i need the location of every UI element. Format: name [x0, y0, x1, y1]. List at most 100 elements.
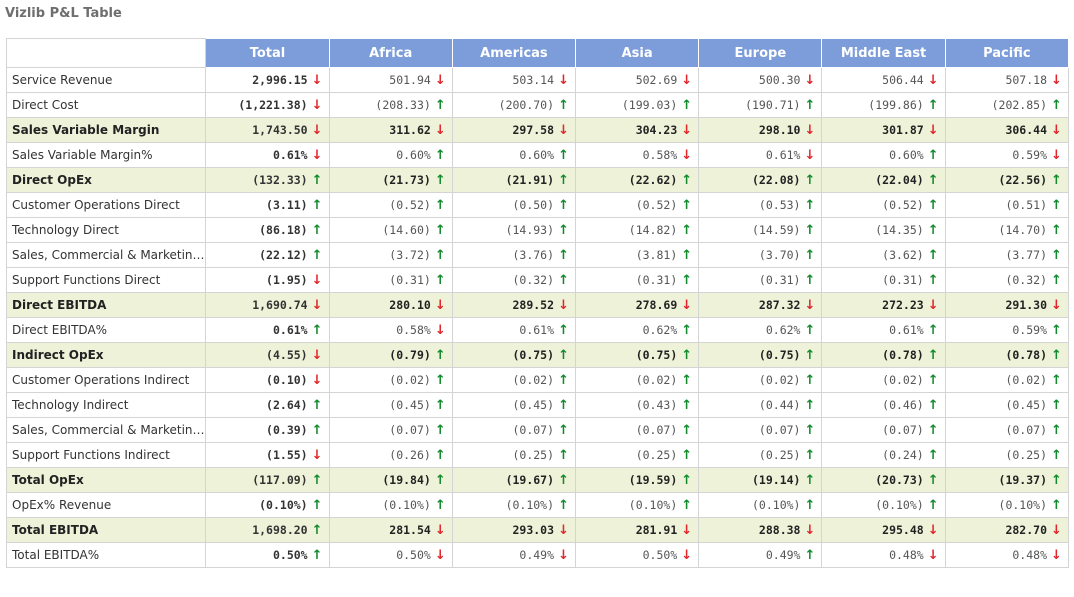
value-cell[interactable]: (0.31) ↑: [698, 267, 823, 293]
value-cell[interactable]: (0.02) ↑: [328, 367, 453, 393]
value-cell[interactable]: (21.91) ↑: [451, 167, 577, 193]
value-cell[interactable]: (132.33) ↑: [205, 167, 330, 193]
value-cell[interactable]: (0.26) ↑: [328, 442, 453, 468]
value-cell[interactable]: 0.61% ↑: [821, 317, 946, 343]
value-cell[interactable]: (0.51) ↑: [944, 192, 1070, 218]
value-cell[interactable]: 297.58 ↓: [451, 117, 577, 143]
value-cell[interactable]: (0.24) ↑: [821, 442, 946, 468]
value-cell[interactable]: (0.45) ↑: [328, 392, 453, 418]
value-cell[interactable]: (19.67) ↑: [451, 467, 577, 493]
value-cell[interactable]: (0.07) ↑: [698, 417, 823, 443]
value-cell[interactable]: 295.48 ↓: [821, 517, 946, 543]
value-cell[interactable]: (0.32) ↑: [451, 267, 577, 293]
value-cell[interactable]: (0.46) ↑: [821, 392, 946, 418]
value-cell[interactable]: 0.61% ↓: [698, 142, 823, 168]
value-cell[interactable]: 0.60% ↑: [328, 142, 453, 168]
value-cell[interactable]: (0.52) ↑: [821, 192, 946, 218]
value-cell[interactable]: 0.58% ↓: [575, 142, 700, 168]
column-header-pacific[interactable]: Pacific: [944, 38, 1070, 68]
value-cell[interactable]: (0.10%) ↑: [944, 492, 1070, 518]
value-cell[interactable]: (0.31) ↑: [821, 267, 946, 293]
column-header-asia[interactable]: Asia: [575, 38, 700, 68]
value-cell[interactable]: (0.45) ↑: [944, 392, 1070, 418]
value-cell[interactable]: (3.81) ↑: [575, 242, 700, 268]
value-cell[interactable]: (22.12) ↑: [205, 242, 330, 268]
value-cell[interactable]: 502.69 ↓: [575, 67, 700, 93]
value-cell[interactable]: 1,698.20 ↑: [205, 517, 330, 543]
value-cell[interactable]: (0.10%) ↑: [205, 492, 330, 518]
value-cell[interactable]: 281.54 ↓: [328, 517, 453, 543]
value-cell[interactable]: (0.75) ↑: [575, 342, 700, 368]
value-cell[interactable]: (0.07) ↑: [328, 417, 453, 443]
value-cell[interactable]: (208.33) ↑: [328, 92, 453, 118]
value-cell[interactable]: (0.10%) ↑: [698, 492, 823, 518]
value-cell[interactable]: (0.31) ↑: [575, 267, 700, 293]
column-header-americas[interactable]: Americas: [451, 38, 577, 68]
value-cell[interactable]: (14.70) ↑: [944, 217, 1070, 243]
value-cell[interactable]: (0.25) ↑: [944, 442, 1070, 468]
value-cell[interactable]: (22.56) ↑: [944, 167, 1070, 193]
value-cell[interactable]: 272.23 ↓: [821, 292, 946, 318]
value-cell[interactable]: 291.30 ↓: [944, 292, 1070, 318]
value-cell[interactable]: 0.62% ↑: [575, 317, 700, 343]
value-cell[interactable]: 1,690.74 ↓: [205, 292, 330, 318]
value-cell[interactable]: (22.08) ↑: [698, 167, 823, 193]
value-cell[interactable]: 280.10 ↓: [328, 292, 453, 318]
value-cell[interactable]: (0.10) ↓: [205, 367, 330, 393]
value-cell[interactable]: (19.84) ↑: [328, 467, 453, 493]
value-cell[interactable]: (0.07) ↑: [821, 417, 946, 443]
value-cell[interactable]: 301.87 ↓: [821, 117, 946, 143]
value-cell[interactable]: (0.75) ↑: [451, 342, 577, 368]
value-cell[interactable]: 0.61% ↑: [451, 317, 577, 343]
value-cell[interactable]: (19.14) ↑: [698, 467, 823, 493]
value-cell[interactable]: (0.10%) ↑: [821, 492, 946, 518]
value-cell[interactable]: (0.78) ↑: [944, 342, 1070, 368]
value-cell[interactable]: (0.07) ↑: [451, 417, 577, 443]
value-cell[interactable]: (3.70) ↑: [698, 242, 823, 268]
value-cell[interactable]: 500.30 ↓: [698, 67, 823, 93]
value-cell[interactable]: 507.18 ↓: [944, 67, 1070, 93]
value-cell[interactable]: (3.11) ↑: [205, 192, 330, 218]
value-cell[interactable]: 282.70 ↓: [944, 517, 1070, 543]
value-cell[interactable]: (14.93) ↑: [451, 217, 577, 243]
value-cell[interactable]: (21.73) ↑: [328, 167, 453, 193]
value-cell[interactable]: 2,996.15 ↓: [205, 67, 330, 93]
column-header-middle-east[interactable]: Middle East: [821, 38, 946, 68]
value-cell[interactable]: (0.32) ↑: [944, 267, 1070, 293]
value-cell[interactable]: 0.48% ↓: [944, 542, 1070, 568]
value-cell[interactable]: 0.61% ↑: [205, 317, 330, 343]
value-cell[interactable]: (0.39) ↑: [205, 417, 330, 443]
value-cell[interactable]: (0.52) ↑: [575, 192, 700, 218]
value-cell[interactable]: 289.52 ↓: [451, 292, 577, 318]
value-cell[interactable]: 0.62% ↑: [698, 317, 823, 343]
value-cell[interactable]: 278.69 ↓: [575, 292, 700, 318]
value-cell[interactable]: (1.55) ↓: [205, 442, 330, 468]
value-cell[interactable]: 0.59% ↑: [944, 317, 1070, 343]
value-cell[interactable]: (20.73) ↑: [821, 467, 946, 493]
value-cell[interactable]: (0.25) ↑: [575, 442, 700, 468]
value-cell[interactable]: (4.55) ↓: [205, 342, 330, 368]
value-cell[interactable]: 0.60% ↑: [451, 142, 577, 168]
value-cell[interactable]: 0.59% ↓: [944, 142, 1070, 168]
value-cell[interactable]: (190.71) ↑: [698, 92, 823, 118]
value-cell[interactable]: 281.91 ↓: [575, 517, 700, 543]
value-cell[interactable]: 0.49% ↑: [698, 542, 823, 568]
value-cell[interactable]: 506.44 ↓: [821, 67, 946, 93]
value-cell[interactable]: 311.62 ↓: [328, 117, 453, 143]
value-cell[interactable]: (1,221.38) ↓: [205, 92, 330, 118]
value-cell[interactable]: (0.45) ↑: [451, 392, 577, 418]
value-cell[interactable]: (0.43) ↑: [575, 392, 700, 418]
value-cell[interactable]: (0.02) ↑: [451, 367, 577, 393]
value-cell[interactable]: (0.10%) ↑: [328, 492, 453, 518]
value-cell[interactable]: (0.10%) ↑: [451, 492, 577, 518]
value-cell[interactable]: (0.50) ↑: [451, 192, 577, 218]
value-cell[interactable]: (0.44) ↑: [698, 392, 823, 418]
value-cell[interactable]: 1,743.50 ↓: [205, 117, 330, 143]
value-cell[interactable]: 304.23 ↓: [575, 117, 700, 143]
value-cell[interactable]: 501.94 ↓: [328, 67, 453, 93]
column-header-total[interactable]: Total: [205, 38, 330, 68]
value-cell[interactable]: 0.50% ↑: [205, 542, 330, 568]
value-cell[interactable]: 0.50% ↓: [328, 542, 453, 568]
value-cell[interactable]: (2.64) ↑: [205, 392, 330, 418]
value-cell[interactable]: 0.58% ↓: [328, 317, 453, 343]
